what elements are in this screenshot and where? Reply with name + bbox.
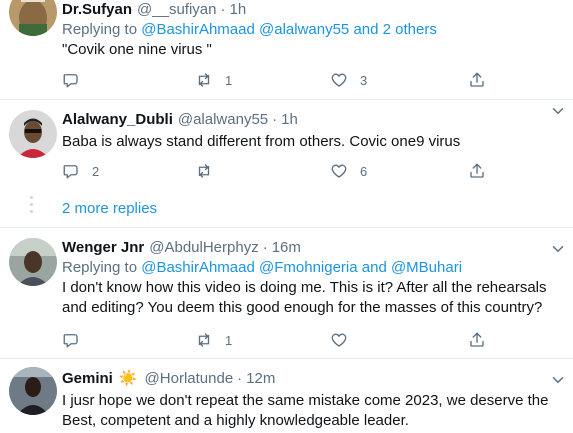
like-icon: [331, 333, 347, 347]
tweet-actions: 2 6: [62, 161, 502, 181]
author-name[interactable]: Gemini: [62, 369, 113, 389]
reply-button[interactable]: [62, 330, 92, 350]
share-button[interactable]: [468, 70, 486, 90]
author-name[interactable]: Wenger Jnr: [62, 238, 144, 258]
thread-dots: [30, 196, 34, 217]
retweet-count: 1: [225, 332, 233, 348]
like-icon: [331, 164, 347, 178]
tweet-text: "Covik one nine virus ": [62, 41, 212, 58]
separator-dot: ·: [262, 239, 268, 256]
separator-dot: ·: [237, 370, 243, 387]
tweet-text-line: I jusr hope we don't repeat the same mis…: [62, 392, 549, 409]
replying-to: Replying to @BashirAhmaad @alalwany55 an…: [62, 20, 565, 40]
retweet-icon: [198, 333, 210, 347]
avatar[interactable]: [9, 110, 57, 158]
reply-icon: [63, 165, 78, 179]
like-button[interactable]: [330, 330, 360, 350]
share-icon: [470, 332, 484, 347]
tweet-text: Baba is always stand different from othe…: [62, 133, 461, 150]
share-button[interactable]: [468, 330, 486, 350]
like-icon: [331, 73, 347, 87]
like-count: 6: [360, 163, 368, 179]
author-handle[interactable]: @__sufiyan: [137, 0, 216, 20]
tweet-actions: 1 3: [62, 70, 502, 90]
reply-count: 2: [92, 163, 100, 179]
replying-users[interactable]: @BashirAhmaad @Fmohnigeria and @MBuhari: [141, 259, 462, 276]
like-button[interactable]: 6: [330, 161, 367, 181]
retweet-button[interactable]: 1: [195, 70, 232, 90]
replying-prefix: Replying to: [62, 259, 142, 276]
tweet-text-line: and editing? You deem this good enough f…: [62, 299, 543, 316]
reply-icon: [63, 334, 78, 348]
timestamp[interactable]: 1h: [229, 0, 246, 20]
timestamp[interactable]: 16m: [272, 238, 301, 258]
more-replies-link[interactable]: 2 more replies: [62, 199, 157, 219]
timestamp[interactable]: 1h: [281, 110, 298, 130]
retweet-icon: [198, 164, 210, 178]
timeline: Dr.Sufyan @__sufiyan · 1h Replying to @B…: [0, 0, 573, 433]
reply-icon: [63, 74, 78, 88]
separator-dot: ·: [272, 111, 278, 128]
share-button[interactable]: [468, 161, 486, 181]
reply-button[interactable]: [62, 70, 92, 90]
tweet-dr-sufyan[interactable]: Dr.Sufyan @__sufiyan · 1h Replying to @B…: [0, 0, 573, 100]
tweet-actions: 1: [62, 330, 502, 350]
retweet-button[interactable]: [195, 161, 225, 181]
replying-prefix: Replying to: [62, 21, 142, 38]
author-name[interactable]: Dr.Sufyan: [62, 0, 132, 20]
retweet-count: 1: [225, 72, 233, 88]
author-handle[interactable]: @Horlatunde: [145, 369, 234, 389]
sun-icon: ☀️: [118, 370, 138, 387]
retweet-icon: [198, 73, 210, 87]
author-handle[interactable]: @AbdulHerphyz: [149, 238, 258, 258]
replying-users[interactable]: @BashirAhmaad @alalwany55 and 2 others: [141, 21, 437, 38]
author-handle[interactable]: @alalwany55: [178, 110, 268, 130]
separator-dot: ·: [220, 1, 226, 18]
tweet-text-line: Best, competent and a highly knowledgeab…: [62, 412, 409, 429]
tweet-wenger-jnr[interactable]: Wenger Jnr @AbdulHerphyz · 16m Replying …: [0, 228, 573, 356]
avatar[interactable]: [9, 0, 57, 36]
replying-to: Replying to @BashirAhmaad @Fmohnigeria a…: [62, 258, 565, 278]
author-name[interactable]: Alalwany_Dubli: [62, 110, 173, 130]
reply-button[interactable]: 2: [62, 161, 99, 181]
avatar[interactable]: [9, 238, 57, 286]
retweet-button[interactable]: 1: [195, 330, 232, 350]
tweet-text-line: I don't know how this video is doing me.…: [62, 279, 547, 296]
timestamp[interactable]: 12m: [246, 369, 275, 389]
share-icon: [470, 163, 484, 178]
avatar[interactable]: [9, 367, 57, 415]
like-count: 3: [360, 72, 368, 88]
share-icon: [470, 72, 484, 87]
tweet-gemini[interactable]: Gemini ☀️ @Horlatunde · 12m I jusr hope …: [0, 359, 573, 433]
like-button[interactable]: 3: [330, 70, 367, 90]
tweet-alalwany-dubli[interactable]: Alalwany_Dubli @alalwany55 · 1h Baba is …: [0, 100, 573, 190]
